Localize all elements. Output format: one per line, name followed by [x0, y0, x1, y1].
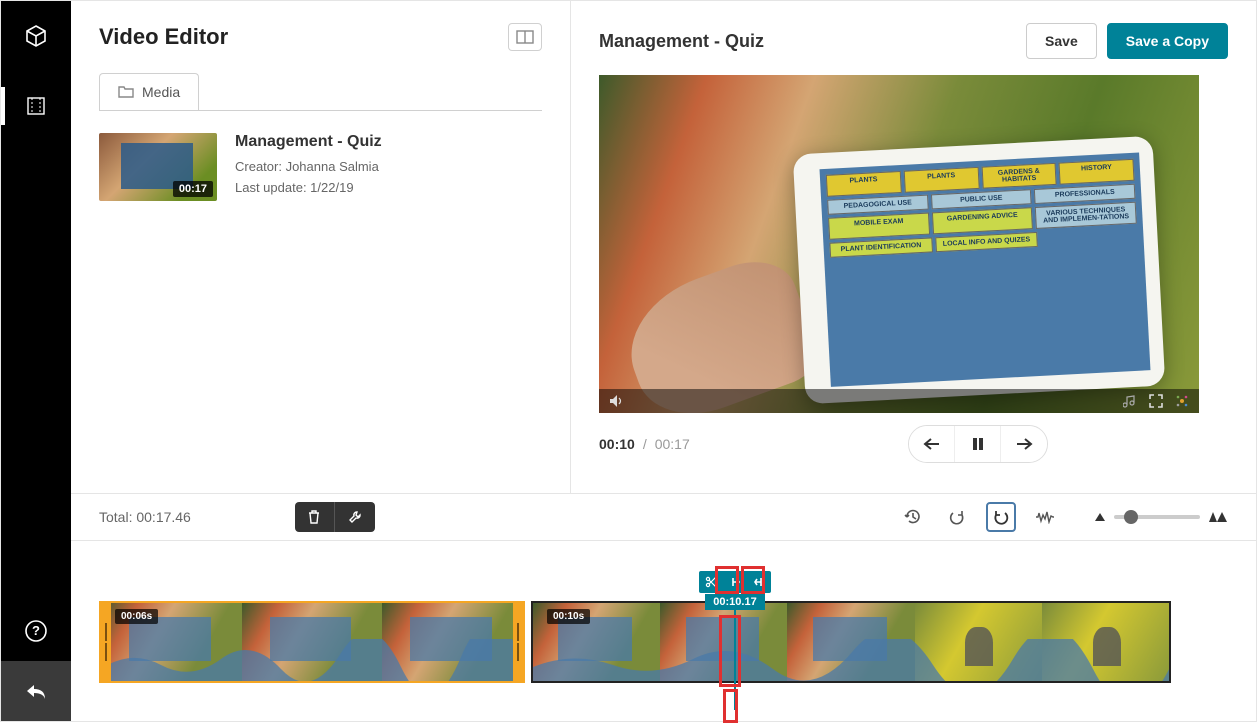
set-out-icon — [753, 576, 765, 588]
folder-icon — [118, 85, 134, 99]
captions-button[interactable] — [1123, 394, 1137, 408]
playhead[interactable]: 00:10.17 — [699, 571, 771, 710]
media-title: Management - Quiz — [235, 133, 382, 151]
audio-waveform-1 — [101, 639, 525, 681]
zoom-controls — [1094, 511, 1228, 523]
app-root: ? Video Editor Media — [0, 0, 1257, 722]
time-total: 00:17 — [655, 436, 690, 452]
media-thumbnail: 00:17 — [99, 133, 217, 201]
timeline[interactable]: 00:06s 00:10s 00:10.17 — [71, 541, 1256, 721]
triangle-small-icon — [1094, 512, 1106, 522]
media-tabs: Media — [99, 73, 542, 111]
audio-waveform-2 — [533, 639, 1171, 681]
history-icon — [904, 508, 922, 526]
clip1-duration-badge: 00:06s — [115, 609, 158, 624]
trash-icon — [307, 510, 321, 524]
media-last-update: Last update: 1/22/19 — [235, 178, 382, 199]
upper-panels: Video Editor Media 00:17 — [71, 1, 1256, 494]
layout-toggle-button[interactable] — [508, 23, 542, 51]
arrow-right-icon — [1015, 437, 1033, 451]
prev-button[interactable] — [909, 426, 955, 462]
time-transport-row: 00:10 / 00:17 — [599, 425, 1228, 463]
edit-clip-button[interactable] — [335, 502, 375, 532]
timeline-toolbar: Total: 00:17.46 — [71, 494, 1256, 541]
help-button[interactable]: ? — [1, 601, 71, 661]
filmstrip-icon — [26, 96, 46, 116]
cube-icon — [24, 24, 48, 48]
transport-controls — [908, 425, 1048, 463]
tablet-graphic: PLANTS PLANTS GARDENS & HABITATS HISTORY… — [793, 136, 1166, 404]
set-in-button[interactable] — [723, 571, 747, 593]
timeline-clip-2[interactable]: 00:10s — [531, 601, 1171, 683]
zoom-out-button[interactable] — [1094, 512, 1106, 522]
history-back-button[interactable] — [898, 502, 928, 532]
playhead-time: 00:10.17 — [705, 594, 764, 610]
clip-action-buttons — [295, 502, 375, 532]
svg-text:?: ? — [32, 623, 40, 638]
split-button[interactable] — [699, 571, 723, 593]
zoom-in-button[interactable] — [1208, 511, 1228, 523]
waveform-icon — [1035, 510, 1055, 524]
undo-icon — [992, 508, 1010, 526]
arrow-left-icon — [923, 437, 941, 451]
waveform-toggle-button[interactable] — [1030, 502, 1060, 532]
playhead-line[interactable] — [734, 610, 736, 710]
video-preview[interactable]: PLANTS PLANTS GARDENS & HABITATS HISTORY… — [599, 75, 1199, 413]
right-panel: Management - Quiz Save Save a Copy PLANT… — [571, 1, 1256, 493]
tab-media-label: Media — [142, 84, 180, 100]
undo-button[interactable] — [986, 502, 1016, 532]
thumbnail-duration: 00:17 — [173, 181, 213, 197]
expand-icon — [1149, 394, 1163, 408]
delete-clip-button[interactable] — [295, 502, 335, 532]
redo-button[interactable] — [942, 502, 972, 532]
left-navbar: ? — [1, 1, 71, 721]
preview-title: Management - Quiz — [599, 31, 764, 52]
clip2-duration-badge: 00:10s — [547, 609, 590, 624]
tab-media[interactable]: Media — [99, 73, 199, 110]
time-current: 00:10 — [599, 436, 635, 452]
total-duration-label: Total: 00:17.46 — [99, 509, 191, 525]
clip1-trim-left[interactable] — [101, 603, 111, 681]
left-panel: Video Editor Media 00:17 — [71, 1, 571, 493]
volume-button[interactable] — [609, 394, 625, 408]
nav-home-button[interactable] — [1, 1, 71, 71]
pause-button[interactable] — [955, 426, 1001, 462]
save-copy-button[interactable]: Save a Copy — [1107, 23, 1228, 59]
pause-icon — [971, 437, 985, 451]
reply-arrow-icon — [25, 682, 47, 700]
playhead-tools — [699, 571, 771, 593]
save-button[interactable]: Save — [1026, 23, 1097, 59]
brand-button[interactable] — [1175, 394, 1189, 408]
zoom-slider[interactable] — [1114, 515, 1200, 519]
media-metadata: Management - Quiz Creator: Johanna Salmi… — [235, 133, 382, 201]
music-note-icon — [1123, 394, 1137, 408]
columns-icon — [516, 30, 534, 44]
volume-icon — [609, 394, 625, 408]
set-in-icon — [729, 576, 741, 588]
timeline-clip-1[interactable]: 00:06s — [99, 601, 525, 683]
nav-editor-button[interactable] — [1, 71, 71, 141]
redo-icon — [948, 508, 966, 526]
main-area: Video Editor Media 00:17 — [71, 1, 1256, 721]
help-icon: ? — [25, 620, 47, 642]
zoom-slider-thumb[interactable] — [1124, 510, 1138, 524]
next-button[interactable] — [1001, 426, 1047, 462]
video-controls-bar — [599, 389, 1199, 413]
fullscreen-button[interactable] — [1149, 394, 1163, 408]
back-button[interactable] — [1, 661, 71, 721]
sparkle-icon — [1175, 394, 1189, 408]
wrench-icon — [348, 510, 362, 524]
page-title: Video Editor — [99, 24, 228, 50]
time-separator: / — [643, 436, 647, 452]
set-out-button[interactable] — [747, 571, 771, 593]
media-list-item[interactable]: 00:17 Management - Quiz Creator: Johanna… — [99, 133, 542, 201]
scissors-icon — [705, 576, 717, 588]
media-creator: Creator: Johanna Salmia — [235, 157, 382, 178]
triangles-icon — [1208, 511, 1228, 523]
clip1-trim-right[interactable] — [513, 603, 523, 681]
